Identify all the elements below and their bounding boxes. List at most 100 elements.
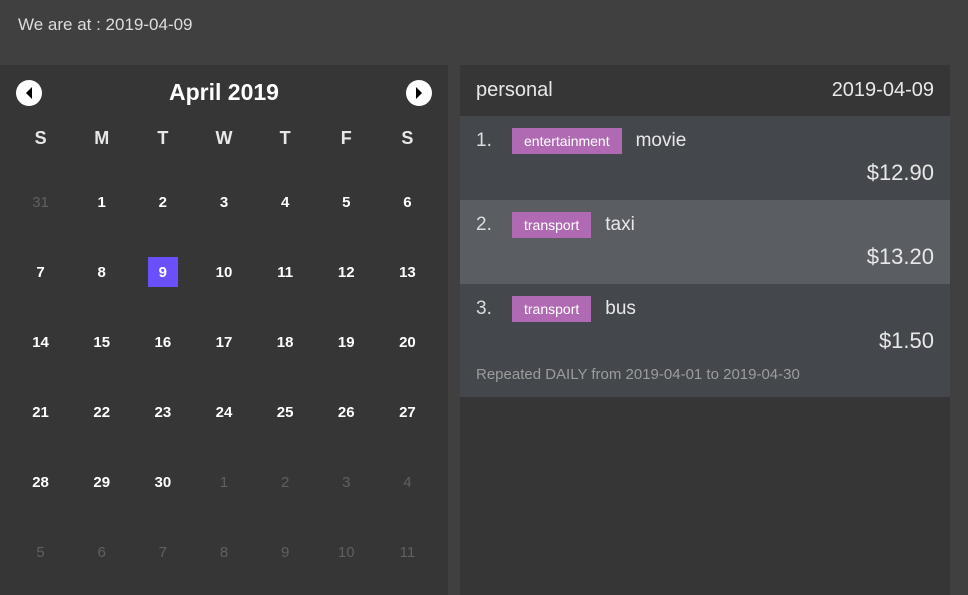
entry-number: 3.	[476, 298, 498, 320]
entry-name: bus	[605, 298, 636, 320]
calendar-day[interactable]: 12	[316, 237, 377, 307]
calendar-day-number: 14	[26, 327, 56, 357]
entry-amount: $13.20	[476, 244, 934, 270]
calendar-day-number: 6	[392, 187, 422, 217]
calendar-day[interactable]: 27	[377, 377, 438, 447]
entries-header: personal 2019-04-09	[460, 75, 950, 116]
entry-amount: $1.50	[476, 328, 934, 354]
calendar-day-number: 6	[87, 537, 117, 567]
calendar-day-number: 7	[26, 257, 56, 287]
calendar-day[interactable]: 16	[132, 307, 193, 377]
prev-month-button[interactable]	[16, 80, 42, 106]
calendar-day-number: 18	[270, 327, 300, 357]
calendar-day[interactable]: 21	[10, 377, 71, 447]
calendar-day[interactable]: 20	[377, 307, 438, 377]
calendar-day[interactable]: 3	[193, 167, 254, 237]
entry-tag: transport	[512, 212, 591, 238]
next-month-button[interactable]	[406, 80, 432, 106]
entry-row[interactable]: 2.transporttaxi$13.20	[460, 200, 950, 284]
calendar-day-number: 15	[87, 327, 117, 357]
calendar-day[interactable]: 30	[132, 447, 193, 517]
calendar-day[interactable]: 5	[316, 167, 377, 237]
calendar-day-number: 22	[87, 397, 117, 427]
entry-top: 3. transport bus	[476, 296, 934, 322]
calendar-day-number: 10	[209, 257, 239, 287]
chevron-left-icon	[21, 85, 37, 101]
calendar-day-number: 28	[26, 467, 56, 497]
entry-row[interactable]: 1.entertainmentmovie$12.90	[460, 116, 950, 200]
day-of-week-header: S	[10, 116, 71, 167]
calendar-day[interactable]: 14	[10, 307, 71, 377]
calendar-title: April 2019	[169, 79, 279, 106]
calendar-day-number: 24	[209, 397, 239, 427]
calendar-day-number: 1	[209, 467, 239, 497]
calendar-day[interactable]: 5	[10, 517, 71, 587]
calendar-day-number: 26	[331, 397, 361, 427]
entry-tag: entertainment	[512, 128, 622, 154]
entry-top: 1.entertainmentmovie	[476, 128, 934, 154]
day-of-week-header: M	[71, 116, 132, 167]
calendar-day[interactable]: 13	[377, 237, 438, 307]
calendar-day[interactable]: 11	[255, 237, 316, 307]
entries-date: 2019-04-09	[832, 79, 934, 102]
calendar-day-number: 7	[148, 537, 178, 567]
calendar-day-number: 3	[209, 187, 239, 217]
calendar-day[interactable]: 17	[193, 307, 254, 377]
date-indicator: We are at : 2019-04-09	[0, 0, 968, 65]
calendar-day[interactable]: 1	[71, 167, 132, 237]
calendar-day-number: 4	[270, 187, 300, 217]
calendar-day[interactable]: 11	[377, 517, 438, 587]
calendar-day-number: 25	[270, 397, 300, 427]
calendar-day[interactable]: 7	[132, 517, 193, 587]
calendar-day[interactable]: 9	[132, 237, 193, 307]
chevron-right-icon	[411, 85, 427, 101]
entry-tag: transport	[512, 296, 591, 322]
calendar-day[interactable]: 6	[71, 517, 132, 587]
calendar-day[interactable]: 19	[316, 307, 377, 377]
calendar-day[interactable]: 28	[10, 447, 71, 517]
calendar-day-number: 17	[209, 327, 239, 357]
calendar-day[interactable]: 31	[10, 167, 71, 237]
calendar-day-number: 1	[87, 187, 117, 217]
calendar-day[interactable]: 26	[316, 377, 377, 447]
day-of-week-header: W	[193, 116, 254, 167]
entry-number: 1.	[476, 130, 498, 152]
entry-top: 2.transporttaxi	[476, 212, 934, 238]
calendar-day[interactable]: 23	[132, 377, 193, 447]
calendar-panel: April 2019 SMTWTFS3112345678910111213141…	[0, 65, 448, 595]
entry-repeat-info: Repeated DAILY from 2019-04-01 to 2019-0…	[476, 366, 934, 383]
calendar-day[interactable]: 18	[255, 307, 316, 377]
calendar-day[interactable]: 3	[316, 447, 377, 517]
calendar-day-number: 27	[392, 397, 422, 427]
calendar-day[interactable]: 7	[10, 237, 71, 307]
calendar-day[interactable]: 4	[377, 447, 438, 517]
day-of-week-header: T	[132, 116, 193, 167]
calendar-day[interactable]: 15	[71, 307, 132, 377]
calendar-day[interactable]: 6	[377, 167, 438, 237]
calendar-day[interactable]: 10	[316, 517, 377, 587]
calendar-day[interactable]: 9	[255, 517, 316, 587]
calendar-day-number: 12	[331, 257, 361, 287]
calendar-day[interactable]: 24	[193, 377, 254, 447]
entry-row[interactable]: 3. transport bus $1.50 Repeated DAILY from 2…	[460, 284, 950, 397]
calendar-day[interactable]: 25	[255, 377, 316, 447]
calendar-day[interactable]: 22	[71, 377, 132, 447]
calendar-day-number: 4	[392, 467, 422, 497]
calendar-day-number: 31	[26, 187, 56, 217]
calendar-day-number: 5	[26, 537, 56, 567]
entry-amount: $12.90	[476, 160, 934, 186]
calendar-day-number: 8	[87, 257, 117, 287]
calendar-day[interactable]: 4	[255, 167, 316, 237]
entry-number: 2.	[476, 214, 498, 236]
calendar-day[interactable]: 8	[193, 517, 254, 587]
calendar-day-number: 30	[148, 467, 178, 497]
calendar-day[interactable]: 1	[193, 447, 254, 517]
calendar-day[interactable]: 29	[71, 447, 132, 517]
calendar-day-number: 21	[26, 397, 56, 427]
calendar-day-number: 2	[270, 467, 300, 497]
day-of-week-header: F	[316, 116, 377, 167]
calendar-day[interactable]: 8	[71, 237, 132, 307]
calendar-day[interactable]: 2	[132, 167, 193, 237]
calendar-day[interactable]: 10	[193, 237, 254, 307]
calendar-day[interactable]: 2	[255, 447, 316, 517]
